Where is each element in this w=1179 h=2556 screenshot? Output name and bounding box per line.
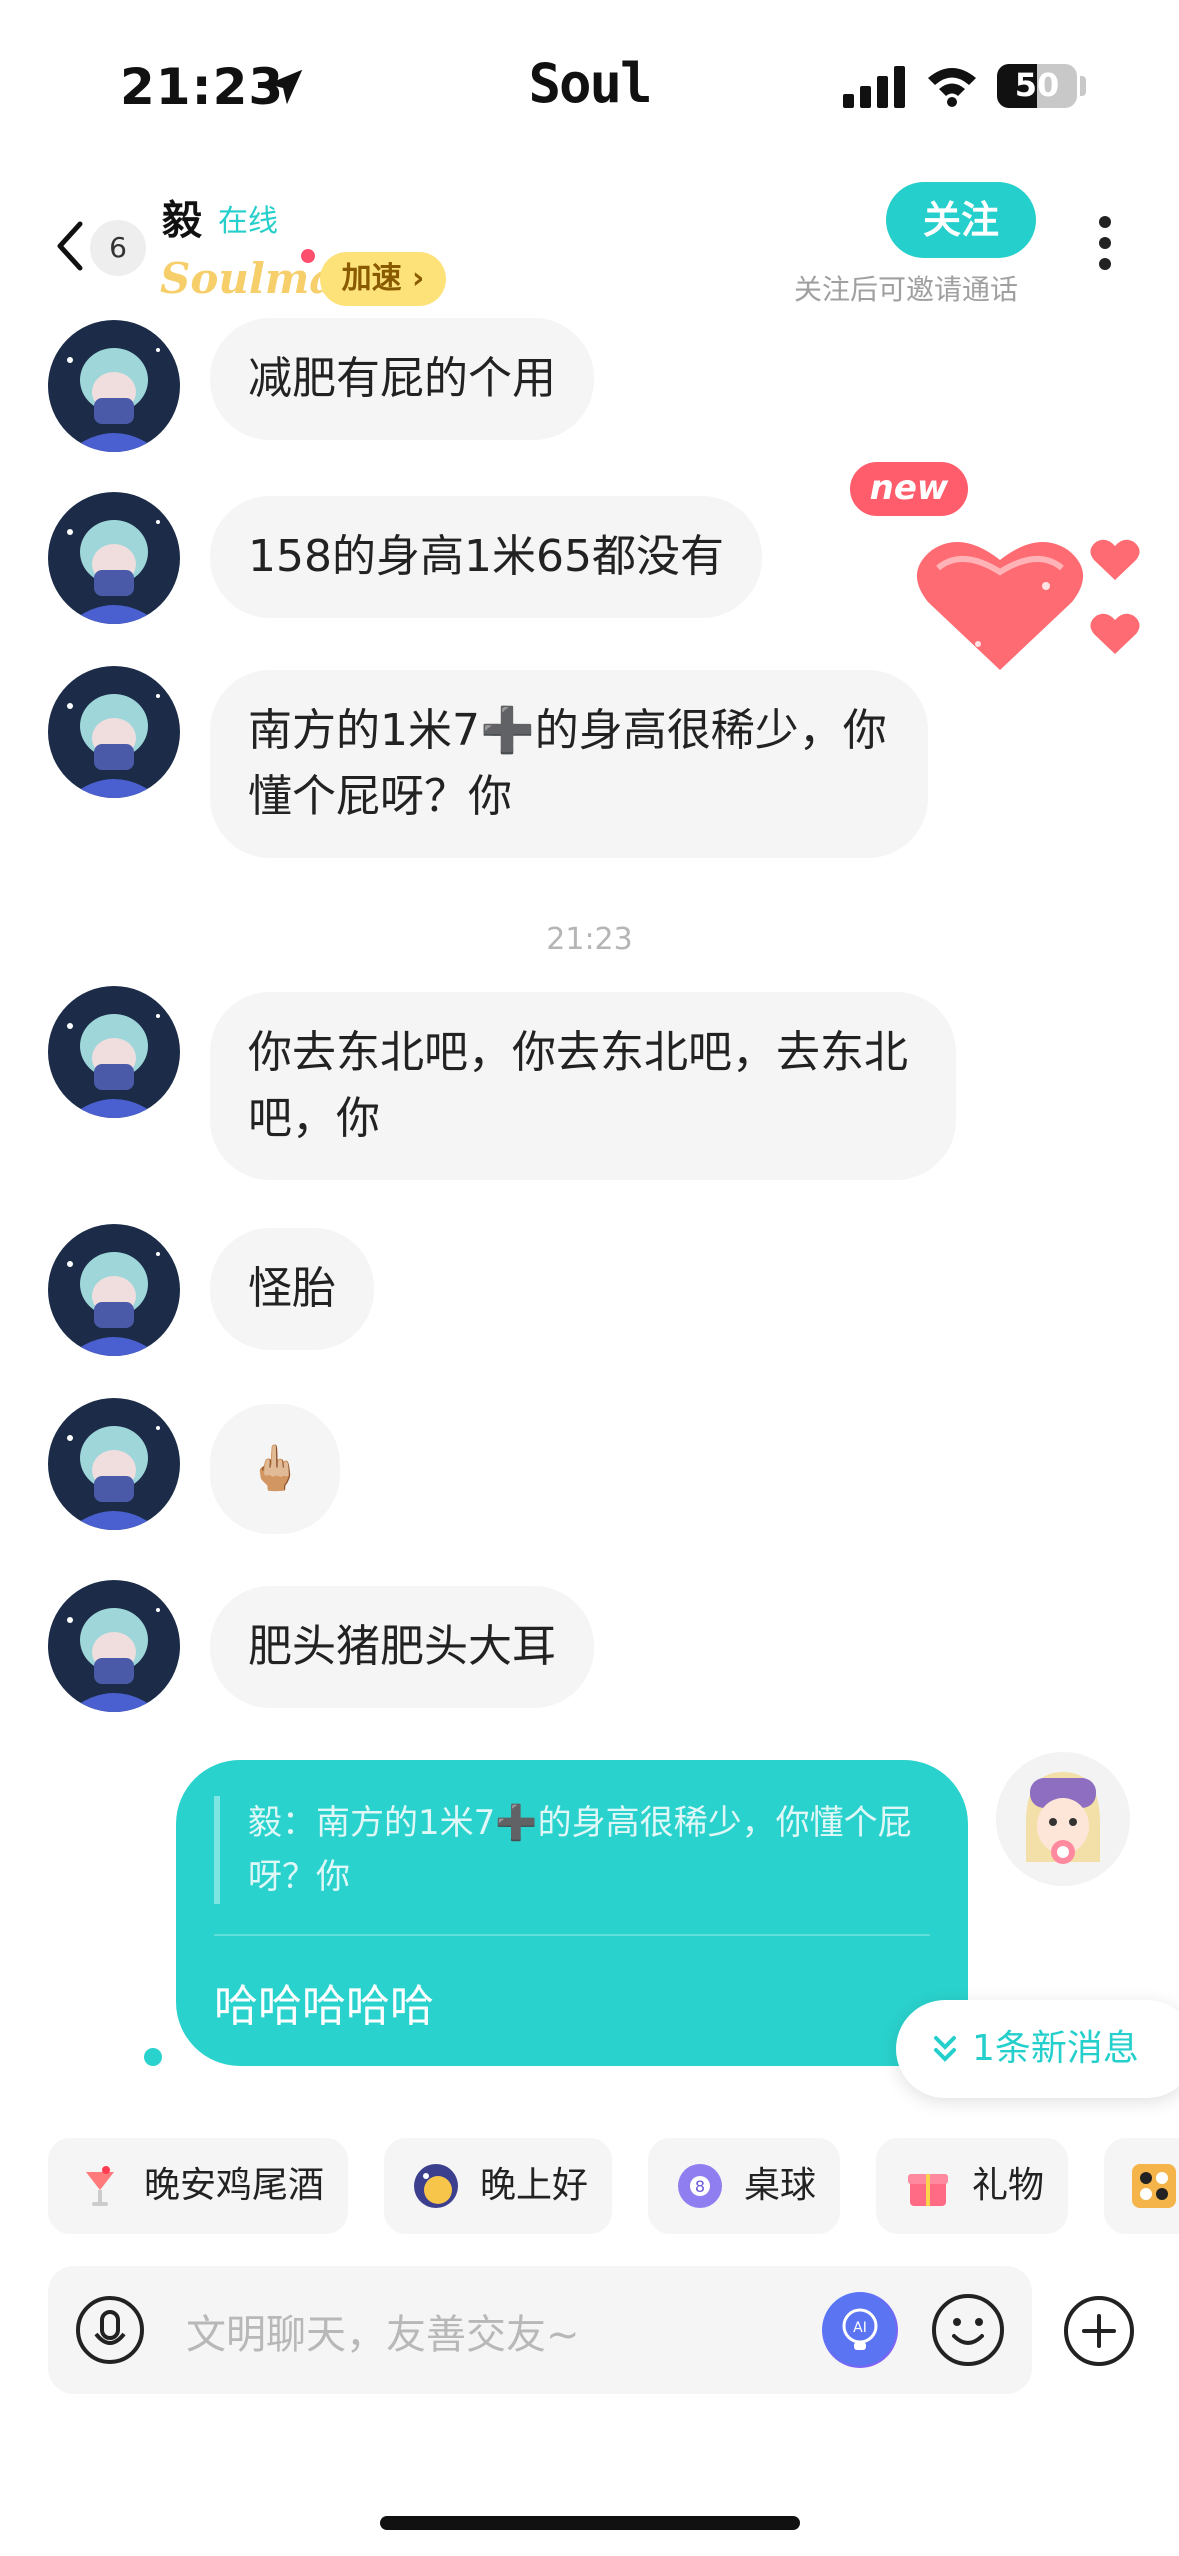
my-avatar[interactable] — [996, 1752, 1130, 1886]
follow-hint: 关注后可邀请通话 — [794, 273, 1019, 306]
speedup-button[interactable]: 加速 › — [320, 252, 446, 306]
peer-avatar[interactable] — [48, 492, 180, 624]
peer-avatar-icon — [48, 1224, 180, 1356]
quick-action-gift[interactable]: 礼物 — [876, 2138, 1068, 2234]
cocktail-icon — [86, 2166, 114, 2206]
heart-decoration-icon[interactable] — [910, 520, 1150, 680]
received-message[interactable]: 158的身高1米65都没有 — [210, 496, 762, 618]
peer-avatar-icon — [48, 1398, 180, 1530]
quick-action-label: 晚上好 — [480, 2165, 589, 2206]
message-input-bar[interactable]: 文明聊天，友善交友~ AI — [48, 2266, 1032, 2394]
time-separator: 21:23 — [546, 922, 633, 957]
follow-button[interactable]: 关注 — [886, 182, 1036, 258]
peer-avatar[interactable] — [48, 1224, 180, 1356]
quote-divider — [214, 1934, 930, 1936]
ai-assistant-icon[interactable]: AI — [822, 2292, 898, 2368]
received-emoji-message[interactable]: 🖕🏼 — [210, 1404, 340, 1534]
peer-avatar[interactable] — [48, 1580, 180, 1712]
peer-avatar[interactable] — [48, 1398, 180, 1530]
quick-action-good-evening[interactable]: 晚上好 — [384, 2138, 612, 2234]
voice-input-icon[interactable] — [74, 2294, 146, 2366]
new-badge: new — [850, 462, 968, 516]
cellular-signal-icon — [843, 66, 905, 108]
peer-name: 毅 — [162, 198, 202, 244]
plus-icon[interactable] — [1062, 2294, 1136, 2368]
gift-icon — [908, 2174, 948, 2206]
gomoku-icon — [1132, 2164, 1176, 2208]
more-options-icon[interactable] — [1094, 216, 1116, 276]
battery-level: 50 — [1014, 66, 1060, 104]
peer-avatar-icon — [48, 666, 180, 798]
back-chevron-icon[interactable] — [50, 218, 90, 274]
soulmate-red-dot — [298, 246, 318, 266]
peer-avatar-icon — [48, 320, 180, 452]
peer-avatar[interactable] — [48, 986, 180, 1118]
sent-message[interactable]: 毅：南方的1米7➕的身高很稀少，你懂个屁呀？你 哈哈哈哈哈 — [176, 1760, 968, 2066]
home-indicator[interactable] — [380, 2516, 800, 2530]
double-chevron-down-icon — [934, 2036, 956, 2062]
peer-avatar-icon — [48, 1580, 180, 1712]
received-message[interactable]: 减肥有屁的个用 — [210, 318, 594, 440]
new-messages-button[interactable]: 1条新消息 — [896, 2000, 1179, 2098]
received-message[interactable]: 南方的1米7➕的身高很稀少，你懂个屁呀？你 — [210, 670, 928, 858]
battery-indicator: 50 — [997, 64, 1077, 108]
online-status: 在线 — [218, 204, 278, 239]
moon-icon — [414, 2164, 458, 2208]
svg-text:AI: AI — [853, 2320, 867, 2336]
quick-action-label: 晚安鸡尾酒 — [144, 2165, 325, 2206]
received-message[interactable]: 肥头猪肥头大耳 — [210, 1586, 594, 1708]
quick-action-label: 礼物 — [972, 2165, 1045, 2206]
quick-action-label: 桌球 — [744, 2165, 817, 2206]
emoji-icon[interactable] — [930, 2292, 1006, 2368]
peer-avatar-icon — [48, 986, 180, 1118]
message-input[interactable]: 文明聊天，友善交友~ — [186, 2302, 580, 2360]
peer-avatar-icon — [48, 492, 180, 624]
my-avatar-icon — [996, 1752, 1130, 1886]
billiard-ball-icon: 8 — [678, 2164, 722, 2208]
peer-avatar[interactable] — [48, 320, 180, 452]
peer-avatar[interactable] — [48, 666, 180, 798]
received-message[interactable]: 怪胎 — [210, 1228, 374, 1350]
svg-text:8: 8 — [695, 2177, 705, 2196]
unread-count-badge[interactable]: 6 — [90, 220, 146, 276]
battery-tip — [1080, 76, 1086, 96]
received-message[interactable]: 你去东北吧，你去东北吧，去东北吧，你 — [210, 992, 956, 1180]
wifi-icon — [928, 68, 976, 107]
quick-action-cocktail[interactable]: 晚安鸡尾酒 — [48, 2138, 348, 2234]
new-messages-label: 1条新消息 — [972, 2028, 1139, 2069]
sent-status-dot — [144, 2048, 162, 2066]
quick-action-gomoku[interactable] — [1104, 2138, 1179, 2234]
sent-message-text: 哈哈哈哈哈 — [214, 1981, 434, 2032]
quick-action-billiards[interactable]: 8 桌球 — [648, 2138, 840, 2234]
quoted-message[interactable]: 毅：南方的1米7➕的身高很稀少，你懂个屁呀？你 — [214, 1796, 930, 1904]
